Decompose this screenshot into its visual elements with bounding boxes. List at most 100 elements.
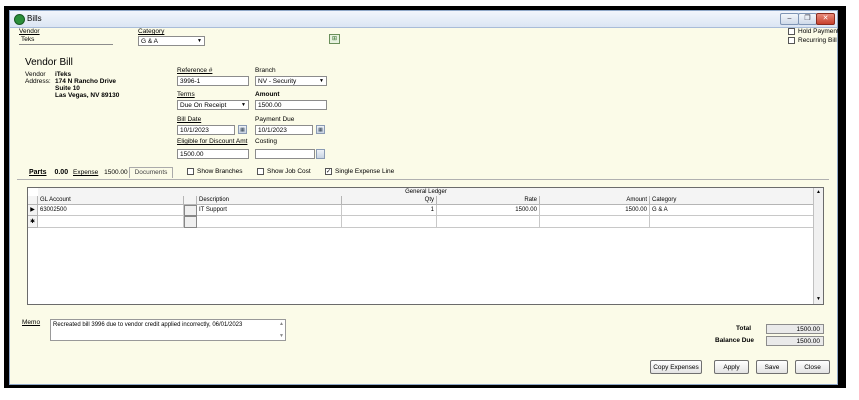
terms-select-value: Due On Receipt (180, 102, 227, 109)
balance-due-label: Balance Due (715, 337, 755, 344)
column-header-rate[interactable]: Rate (437, 196, 540, 205)
category-label: Category (138, 28, 165, 35)
amount-field[interactable]: 1500.00 (255, 100, 327, 110)
minimize-button[interactable]: – (780, 13, 799, 25)
gl-account-cell[interactable] (38, 216, 184, 228)
eligible-discount-field[interactable]: 1500.00 (177, 149, 249, 159)
restore-button[interactable]: ❐ (798, 13, 817, 25)
hold-payment-checkbox[interactable] (788, 28, 795, 35)
description-cell[interactable]: IT Support (197, 205, 342, 216)
window-title: Bills (27, 14, 42, 23)
branch-select-value: NV - Security (258, 78, 297, 85)
chevron-down-icon: ▼ (241, 102, 246, 108)
column-header-description[interactable]: Description (197, 196, 342, 205)
branch-label: Branch (255, 67, 276, 74)
payment-due-label: Payment Due (255, 116, 295, 123)
reference-label: Reference # (177, 67, 213, 74)
row-indicator-icon[interactable]: ▶ (28, 205, 38, 216)
column-header-category[interactable]: Category (650, 196, 814, 205)
column-header-spacer (184, 196, 197, 205)
show-branches-label: Show Branches (197, 168, 243, 175)
gl-account-lookup-button[interactable] (184, 205, 197, 216)
grid-corner (28, 196, 38, 205)
gl-account-lookup-button[interactable] (184, 216, 197, 228)
recurring-bill-label: Recurring Bill (798, 37, 837, 44)
chevron-down-icon: ▼ (319, 78, 324, 84)
show-job-cost-checkbox[interactable] (257, 168, 264, 175)
category-cell[interactable]: G & A (650, 205, 814, 216)
scroll-up-icon[interactable]: ▲ (814, 188, 823, 197)
amount-cell[interactable]: 1500.00 (540, 205, 650, 216)
payment-due-field[interactable]: 10/1/2023 (255, 125, 313, 135)
vendor-search-field[interactable]: Teks (19, 35, 113, 45)
show-job-cost-label: Show Job Cost (267, 168, 311, 175)
costing-lookup-button[interactable] (316, 149, 325, 159)
vendor-address-vendor-label: Vendor (25, 71, 46, 78)
vendor-address-label: Address: (25, 78, 51, 85)
title-bar: Bills – ❐ ✕ (10, 11, 837, 28)
rate-cell[interactable]: 1500.00 (437, 205, 540, 216)
branch-select[interactable]: NV - Security ▼ (255, 76, 327, 86)
chevron-down-icon: ▼ (197, 38, 202, 44)
balance-due-value: 1500.00 (766, 336, 824, 346)
single-expense-line-checkbox[interactable]: ✓ (325, 168, 332, 175)
category-select[interactable]: G & A ▼ (138, 36, 205, 46)
tab-parts[interactable]: Parts 0.00 (29, 169, 68, 179)
tab-documents[interactable]: Documents (129, 167, 173, 178)
rate-cell[interactable] (437, 216, 540, 228)
reference-field[interactable]: 3996-1 (177, 76, 249, 86)
new-row-asterisk-icon[interactable]: ✱ (28, 216, 38, 228)
terms-label: Terms (177, 91, 195, 98)
column-header-qty[interactable]: Qty (342, 196, 437, 205)
apply-button[interactable]: Apply (714, 360, 749, 374)
costing-label: Costing (255, 138, 278, 145)
tab-expense-label: Expense (73, 169, 99, 176)
memo-text: Recreated bill 3996 due to vendor credit… (53, 322, 243, 328)
hold-payment-label: Hold Payment (798, 28, 839, 35)
amount-cell[interactable] (540, 216, 650, 228)
close-button[interactable]: Close (795, 360, 830, 374)
memo-label: Memo (22, 319, 41, 326)
gl-account-cell[interactable]: 63002500 (38, 205, 184, 216)
tab-parts-value: 0.00 (54, 169, 69, 176)
category-select-value: G & A (141, 38, 158, 45)
eligible-discount-label: Eligible for Discount Amt (177, 138, 248, 145)
calendar-icon[interactable]: ▦ (238, 125, 247, 134)
bill-date-label: Bill Date (177, 116, 202, 123)
column-header-gl-account[interactable]: GL Account (38, 196, 184, 205)
total-label: Total (736, 325, 752, 332)
calendar-icon[interactable]: ▦ (316, 125, 325, 134)
tab-expense[interactable]: Expense 1500.00 (73, 169, 128, 179)
category-cell[interactable] (650, 216, 814, 228)
vendor-name: iTeks (55, 71, 72, 78)
app-icon (14, 14, 25, 25)
save-button[interactable]: Save (756, 360, 788, 374)
address-line-1: 174 N Rancho Drive (55, 78, 117, 85)
tab-divider (17, 179, 829, 180)
scroll-down-icon[interactable]: ▼ (814, 295, 823, 304)
address-line-3: Las Vegas, NV 89130 (55, 92, 120, 99)
chevron-down-icon[interactable]: ▼ (279, 333, 284, 339)
bills-window: Bills – ❐ ✕ Vendor Teks Category G & A ▼… (9, 10, 839, 385)
qty-cell[interactable]: 1 (342, 205, 437, 216)
page-title: Vendor Bill (25, 57, 73, 68)
costing-field[interactable] (255, 149, 315, 159)
recurring-bill-checkbox[interactable] (788, 37, 795, 44)
show-branches-checkbox[interactable] (187, 168, 194, 175)
grid-vertical-scrollbar[interactable]: ▲ ▼ (813, 188, 823, 304)
memo-field[interactable]: Recreated bill 3996 due to vendor credit… (50, 319, 286, 341)
tab-parts-label: Parts (29, 169, 47, 176)
description-cell[interactable] (197, 216, 342, 228)
copy-expenses-button[interactable]: Copy Expenses (650, 360, 702, 374)
chevron-up-icon[interactable]: ▲ (279, 321, 284, 327)
bill-date-field[interactable]: 10/1/2023 (177, 125, 235, 135)
amount-label: Amount (255, 91, 280, 98)
address-line-2: Suite 10 (55, 85, 80, 92)
qty-cell[interactable] (342, 216, 437, 228)
terms-select[interactable]: Due On Receipt ▼ (177, 100, 249, 110)
general-ledger-grid: General Ledger GL Account Description Qt… (27, 187, 824, 305)
column-header-amount[interactable]: Amount (540, 196, 650, 205)
close-window-button[interactable]: ✕ (816, 13, 835, 25)
excel-export-icon[interactable]: ⊞ (329, 34, 340, 44)
single-expense-line-label: Single Expense Line (335, 168, 395, 175)
